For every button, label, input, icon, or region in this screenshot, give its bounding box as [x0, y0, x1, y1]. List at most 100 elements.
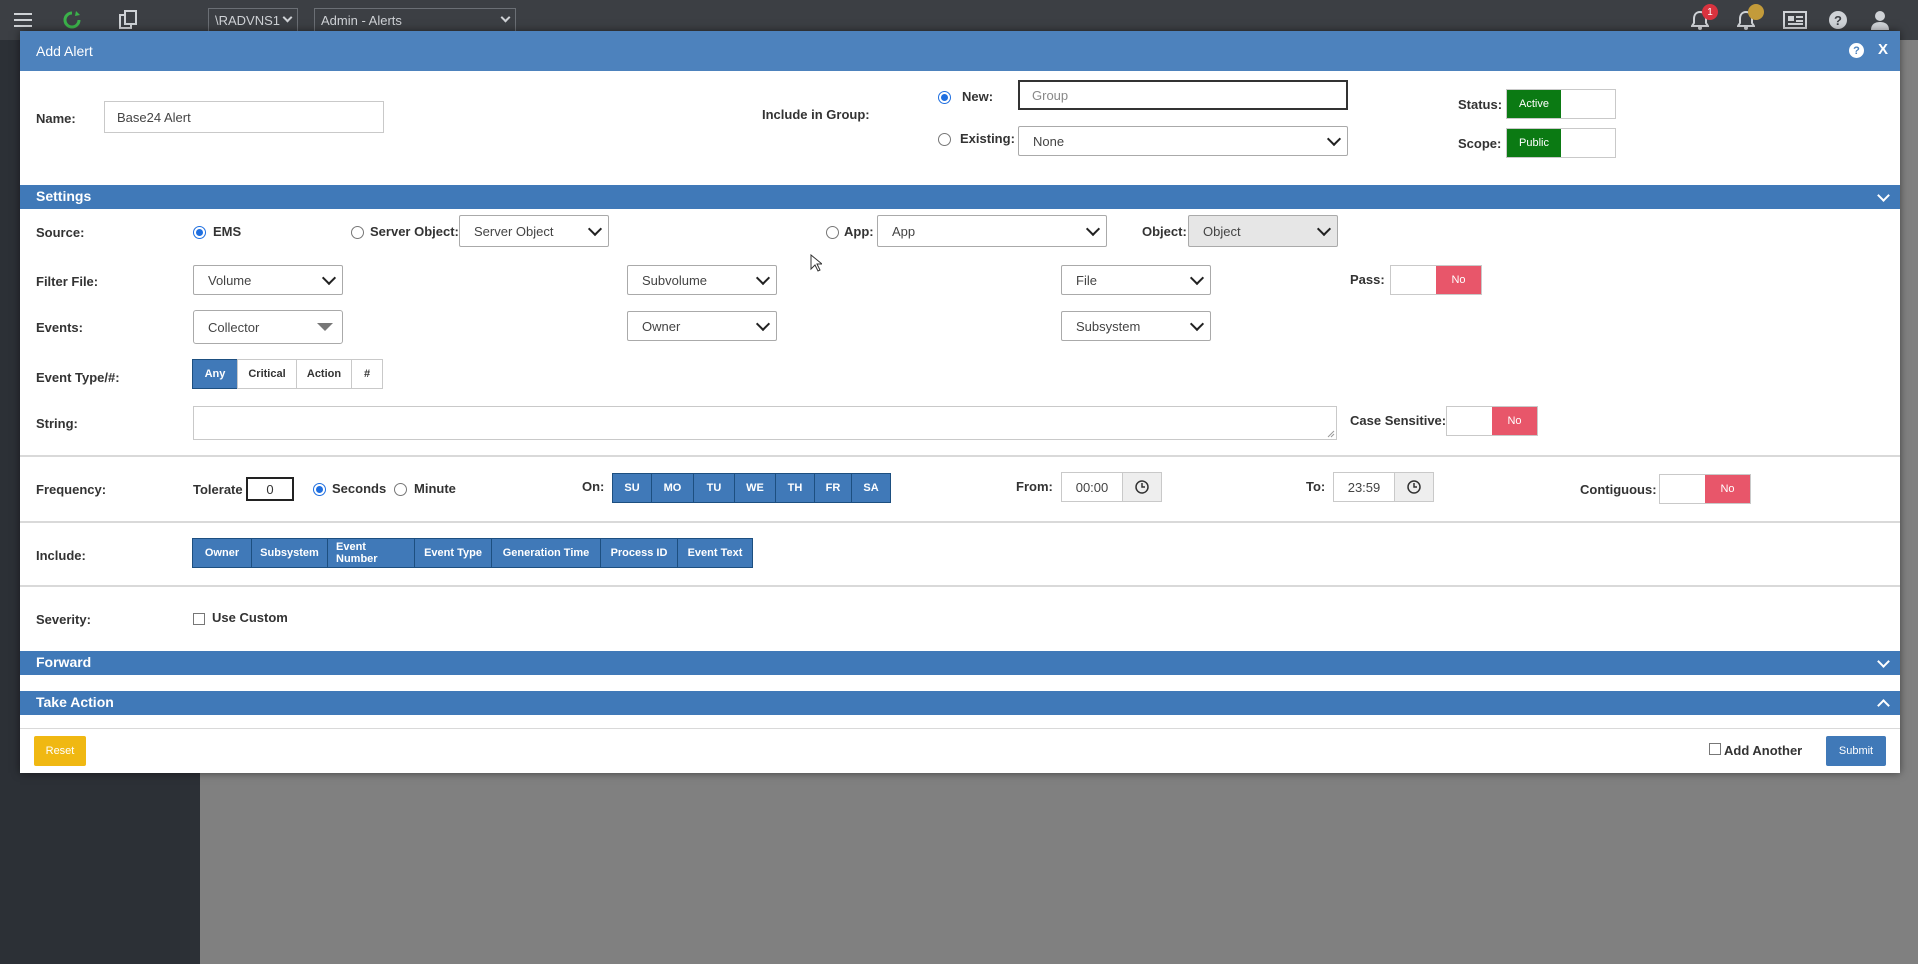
group-label: Include in Group:: [762, 107, 870, 122]
include-event-text[interactable]: Event Text: [677, 538, 753, 568]
take-action-title: Take Action: [36, 694, 114, 710]
contiguous-value: No: [1705, 475, 1750, 503]
severity-label: Severity:: [36, 612, 91, 627]
string-textarea[interactable]: [193, 406, 1337, 440]
volume-select[interactable]: Volume: [193, 265, 343, 295]
day-fr[interactable]: FR: [814, 473, 852, 503]
copy-icon[interactable]: [116, 8, 140, 32]
settings-section-header[interactable]: Settings: [20, 185, 1900, 209]
divider: [20, 521, 1900, 523]
owner-select[interactable]: Owner: [627, 311, 777, 341]
close-button[interactable]: X: [1878, 41, 1888, 58]
add-another-checkbox[interactable]: [1709, 743, 1721, 755]
include-event-type[interactable]: Event Type: [414, 538, 492, 568]
case-sensitive-toggle[interactable]: No: [1446, 406, 1538, 436]
use-custom-checkbox[interactable]: [193, 613, 205, 625]
day-we[interactable]: WE: [734, 473, 776, 503]
event-type-action[interactable]: Action: [296, 359, 352, 389]
collector-select[interactable]: Collector: [193, 310, 343, 344]
ems-radio[interactable]: [193, 226, 206, 239]
add-another-label: Add Another: [1724, 743, 1803, 758]
day-th[interactable]: TH: [775, 473, 815, 503]
file-select[interactable]: File: [1061, 265, 1211, 295]
object-label: Object:: [1142, 224, 1187, 239]
new-group-label: New:: [962, 89, 994, 104]
chevron-down-icon: [1877, 655, 1890, 668]
page-select[interactable]: Admin - Alerts: [314, 8, 516, 32]
resize-handle-icon[interactable]: [1327, 430, 1335, 438]
existing-group-radio[interactable]: [938, 133, 951, 146]
existing-group-value: None: [1033, 133, 1065, 149]
subvolume-value: Subvolume: [642, 272, 708, 288]
app-radio[interactable]: [826, 226, 839, 239]
to-time-input[interactable]: 23:59: [1333, 472, 1434, 502]
include-group: Owner Subsystem Event Number Event Type …: [192, 538, 753, 568]
alert-bell-icon[interactable]: [1734, 4, 1764, 32]
name-label: Name:: [36, 111, 76, 126]
chevron-down-icon: [321, 270, 337, 285]
event-type-any[interactable]: Any: [192, 359, 238, 389]
object-select[interactable]: Object: [1188, 215, 1338, 247]
pass-label: Pass:: [1350, 272, 1385, 287]
subsystem-select[interactable]: Subsystem: [1061, 311, 1211, 341]
event-type-critical[interactable]: Critical: [237, 359, 297, 389]
include-generation-time[interactable]: Generation Time: [491, 538, 601, 568]
include-subsystem[interactable]: Subsystem: [251, 538, 328, 568]
alert-badge: [1748, 4, 1764, 20]
new-group-radio[interactable]: [938, 91, 951, 104]
subvolume-select[interactable]: Subvolume: [627, 265, 777, 295]
forward-title: Forward: [36, 654, 92, 670]
clock-icon[interactable]: [1122, 473, 1161, 501]
submit-button[interactable]: Submit: [1826, 736, 1886, 766]
news-icon[interactable]: [1782, 8, 1808, 32]
chevron-down-icon: [1085, 221, 1101, 236]
divider: [20, 728, 1900, 729]
user-icon[interactable]: [1868, 8, 1892, 32]
notification-bell-icon[interactable]: 1: [1688, 4, 1718, 32]
collector-value: Collector: [208, 319, 260, 335]
menu-icon[interactable]: [12, 8, 34, 32]
minute-radio[interactable]: [394, 483, 407, 496]
volume-value: Volume: [208, 272, 252, 288]
include-process-id[interactable]: Process ID: [600, 538, 678, 568]
chevron-down-icon: [755, 316, 771, 331]
ems-label: EMS: [213, 224, 242, 239]
server-object-radio[interactable]: [351, 226, 364, 239]
day-tu[interactable]: TU: [693, 473, 735, 503]
reset-button[interactable]: Reset: [34, 736, 86, 766]
tolerate-input[interactable]: 0: [246, 477, 294, 501]
new-group-input[interactable]: Group: [1018, 80, 1348, 110]
dialog-header: Add Alert ? X: [20, 31, 1900, 71]
name-input[interactable]: Base24 Alert: [104, 101, 384, 133]
refresh-icon[interactable]: [60, 8, 84, 32]
day-mo[interactable]: MO: [651, 473, 694, 503]
contiguous-toggle[interactable]: No: [1659, 474, 1751, 504]
case-sensitive-label: Case Sensitive:: [1350, 413, 1447, 428]
from-time-input[interactable]: 00:00: [1061, 472, 1162, 502]
app-select[interactable]: App: [877, 215, 1107, 247]
include-event-number[interactable]: Event Number: [327, 538, 415, 568]
help-icon[interactable]: ?: [1849, 43, 1864, 58]
event-type-number[interactable]: #: [351, 359, 383, 389]
day-su[interactable]: SU: [612, 473, 652, 503]
scope-toggle[interactable]: Public: [1506, 128, 1616, 158]
help-icon[interactable]: ?: [1826, 8, 1850, 32]
forward-section-header[interactable]: Forward: [20, 651, 1900, 675]
chevron-down-icon: [587, 221, 603, 236]
status-toggle[interactable]: Active: [1506, 89, 1616, 119]
seconds-radio[interactable]: [313, 483, 326, 496]
subsystem-value: Subsystem: [1076, 318, 1141, 334]
include-owner[interactable]: Owner: [192, 538, 252, 568]
server-select[interactable]: \RADVNS1: [208, 8, 298, 32]
to-label: To:: [1306, 479, 1326, 494]
divider: [20, 455, 1900, 457]
from-time-value: 00:00: [1075, 479, 1109, 495]
clock-icon[interactable]: [1394, 473, 1433, 501]
day-sa[interactable]: SA: [851, 473, 891, 503]
pass-toggle[interactable]: No: [1390, 265, 1482, 295]
object-value: Object: [1203, 223, 1241, 239]
existing-group-select[interactable]: None: [1018, 126, 1348, 156]
server-object-select[interactable]: Server Object: [459, 215, 609, 247]
take-action-section-header[interactable]: Take Action: [20, 691, 1900, 715]
include-label: Include:: [36, 548, 86, 563]
